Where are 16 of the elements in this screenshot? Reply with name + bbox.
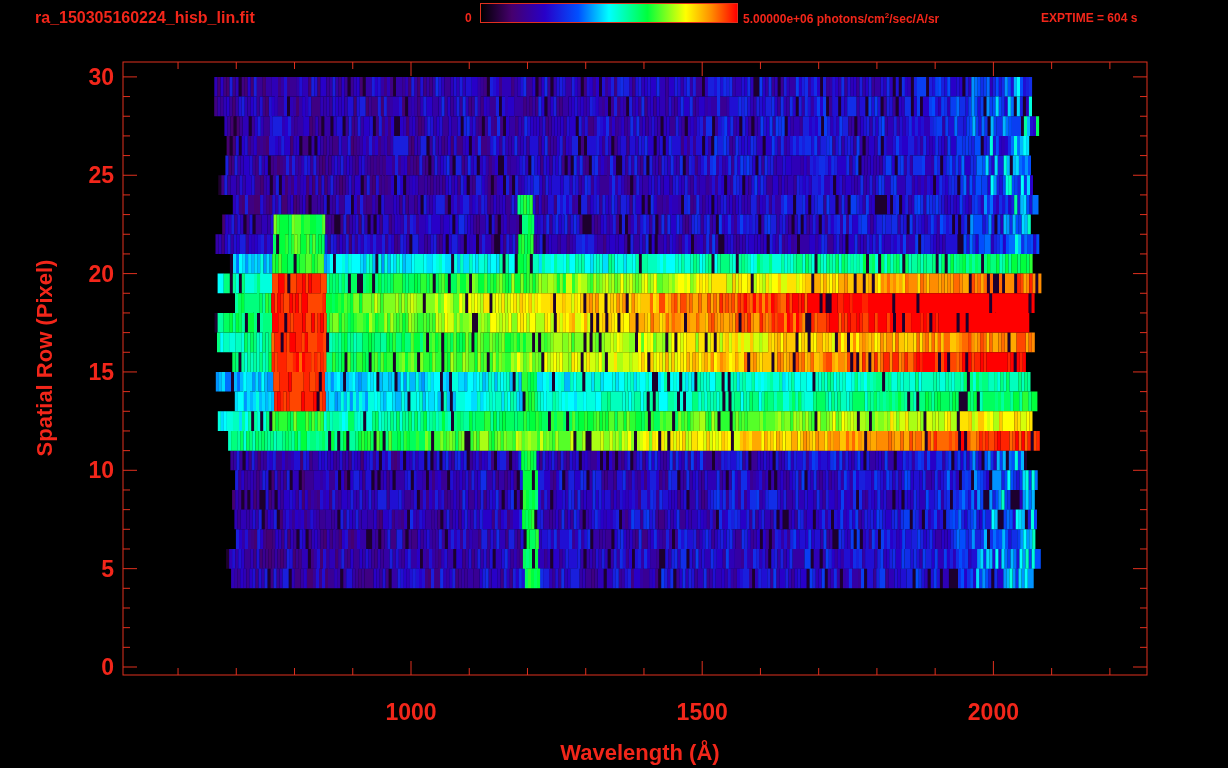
y-tick-label: 30 <box>88 63 114 90</box>
x-axis-label: Wavelength (Å) <box>560 740 720 765</box>
y-tick-label: 20 <box>88 260 114 287</box>
x-tick-label: 1500 <box>676 699 728 725</box>
x-tick-label: 2000 <box>967 699 1019 725</box>
y-tick-label: 25 <box>88 162 114 189</box>
x-tick-label: 1000 <box>385 699 437 725</box>
y-tick-label: 15 <box>88 358 114 385</box>
y-tick-label: 5 <box>101 555 114 582</box>
y-tick-label: 0 <box>101 654 114 680</box>
colorbar-min-label: 0 <box>465 11 473 25</box>
colorbar-max-label: 5.00000e+06 photons/cm$^{2}$/sec/A/sr <box>743 10 941 26</box>
file-title: ra_150305160224_hisb_lin.fit <box>35 9 256 27</box>
exposure-time: EXPTIME = 604 s <box>1041 11 1138 25</box>
y-tick-label: 10 <box>88 457 114 484</box>
y-axis-label: Spatial Row (Pixel) <box>32 259 57 457</box>
